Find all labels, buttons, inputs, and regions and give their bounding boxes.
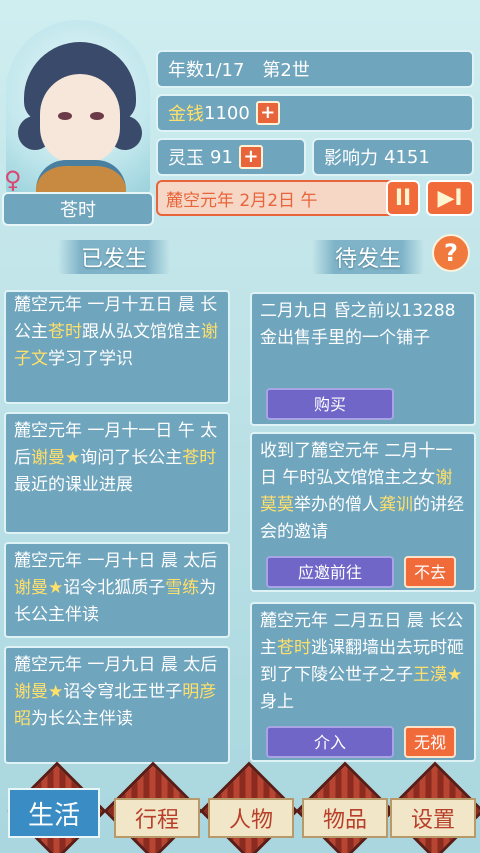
question-icon: ? [444,239,458,267]
portrait-eye-right [90,112,104,120]
generation-label: 第2世 [262,60,310,81]
portrait-eye-left [58,112,72,120]
influence-bar: 影响力 4151 [312,138,474,176]
year-bar: 年数1/17 第2世 [156,50,474,88]
money-label: 金钱 [168,104,204,125]
add-money-button[interactable]: + [255,101,280,125]
female-icon: ♀ [4,166,22,194]
intervene-button[interactable]: 介入 [266,726,394,758]
buy-button[interactable]: 购买 [266,388,394,420]
skip-forward-icon: ▶I [437,185,463,211]
portrait-frame [6,20,150,198]
nav-life[interactable]: 生活 [8,788,100,838]
ignore-button[interactable]: 无视 [404,726,456,758]
happened-event-4: 麓空元年 一月九日 晨 太后谢曼★诏令穹北王世子明彦昭为长公主伴读 [4,646,230,764]
happened-event-1: 麓空元年 一月十五日 晨 长公主苍时跟从弘文馆馆主谢子文学习了学识 [4,290,230,404]
character-name: 苍时 [2,192,154,226]
pending-header: 待发生 [312,240,424,274]
nav-characters[interactable]: 人物 [208,798,294,838]
character-portrait[interactable]: 苍时 ♀ [2,6,154,226]
help-button[interactable]: ? [432,234,470,272]
money-value: 1100 [204,102,250,124]
happened-event-2: 麓空元年 一月十一日 午 太后谢曼★询问了长公主苍时最近的课业进展 [4,412,230,534]
jade-bar: 灵玉 91 + [156,138,306,176]
nav-settings[interactable]: 设置 [390,798,476,838]
skip-forward-button[interactable]: ▶I [426,180,474,216]
pending-event-2: 收到了麓空元年 二月十一日 午时弘文馆馆主之女谢莫莫举办的僧人龚训的讲经会的邀请… [250,432,476,592]
pending-event-3: 麓空元年 二月五日 晨 长公主苍时逃课翻墙出去玩时砸到了下陵公世子之子王漠★身上… [250,602,476,762]
pause-button[interactable]: II [386,180,420,216]
portrait-face [40,74,120,164]
nav-schedule[interactable]: 行程 [114,798,200,838]
influence-value: 4151 [384,146,430,168]
add-jade-button[interactable]: + [238,145,263,169]
bottom-nav: 生活 行程 人物 物品 设置 [0,761,480,853]
pause-icon: II [394,185,412,211]
accept-invite-button[interactable]: 应邀前往 [266,556,394,588]
influence-label: 影响力 [324,148,378,169]
current-date: 麓空元年 2月2日 午 [156,180,416,216]
happened-header: 已发生 [58,240,170,274]
nav-items[interactable]: 物品 [302,798,388,838]
jade-value: 91 [210,146,233,168]
pending-event-1: 二月九日 昏之前以13288金出售手里的一个铺子 购买 [250,292,476,426]
money-bar: 金钱 1100 + [156,94,474,132]
decline-invite-button[interactable]: 不去 [404,556,456,588]
happened-event-3: 麓空元年 一月十日 晨 太后谢曼★诏令北狐质子雪练为长公主伴读 [4,542,230,638]
year-label: 年数1/17 [168,60,245,81]
jade-label: 灵玉 [168,148,204,169]
